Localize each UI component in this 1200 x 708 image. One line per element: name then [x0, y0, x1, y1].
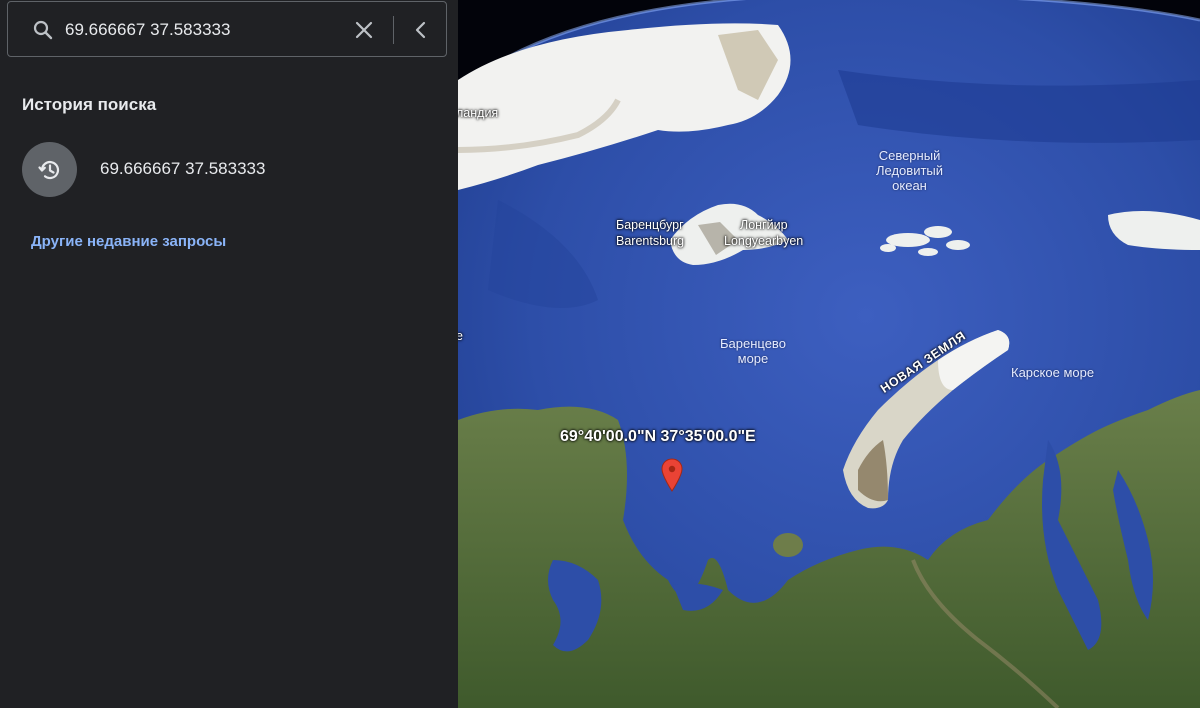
chevron-left-icon[interactable] [407, 16, 435, 44]
map-label-arctic-ocean: Северный Ледовитый океан [876, 148, 944, 193]
search-panel: История поиска 69.666667 37.583333 Други… [0, 0, 458, 708]
history-item[interactable]: 69.666667 37.583333 [0, 136, 458, 204]
map-label-barents-sea: Баренцево море [720, 336, 786, 366]
history-item-text: 69.666667 37.583333 [100, 159, 266, 178]
map-label-barentsburg-ru: Баренцбург [616, 218, 684, 232]
map-label-greenland: ландия [458, 106, 499, 120]
search-bar [7, 1, 447, 57]
map-label-barentsburg-en: Barentsburg [616, 234, 685, 248]
map-imagery [458, 0, 1200, 708]
map-label-longyearbyen-ru: Лонгйир [740, 218, 788, 232]
close-icon[interactable] [350, 16, 378, 44]
marker-coordinates-label: 69°40'00.0"N 37°35'00.0"E [560, 428, 756, 445]
map-label-kara-sea: Карское море [1011, 365, 1095, 380]
history-heading: История поиска [22, 95, 157, 114]
map-pin-icon[interactable] [661, 458, 683, 492]
map-label-edge: е [458, 329, 463, 343]
search-divider [393, 16, 394, 44]
recent-searches-link[interactable]: Другие недавние запросы [31, 233, 226, 250]
history-icon [22, 142, 77, 197]
map-view[interactable]: ландия Северный Ледовитый океан Баренцбу… [458, 0, 1200, 708]
search-input[interactable] [65, 14, 335, 46]
search-icon[interactable] [31, 18, 55, 42]
map-label-longyearbyen-en: Longyearbyen [724, 234, 804, 248]
